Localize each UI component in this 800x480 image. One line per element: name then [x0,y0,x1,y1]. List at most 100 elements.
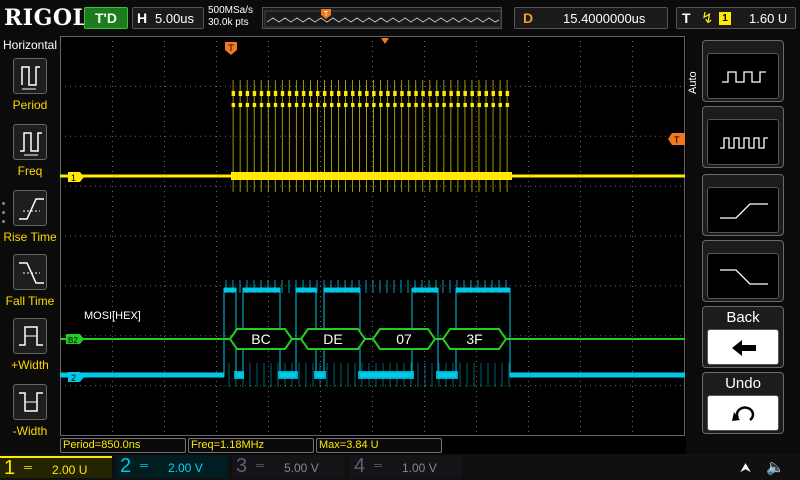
freq-measure-item[interactable]: Freq [4,124,56,186]
channel-1-overshoot [477,103,481,107]
freq-measurement[interactable]: Freq=1.18MHz [188,438,314,453]
channel-1-overshoot [280,103,285,107]
channel-1-pulse-low [424,173,428,179]
channel-1-overshoot [400,103,404,107]
channel-1-pulse-top [386,91,390,96]
channel-1-pulse-top [442,91,446,96]
channel-1-overshoot [365,103,369,107]
trigger-box[interactable]: T ↯ 1 1.60 U [676,7,796,29]
freq-label: Freq [17,164,43,178]
rise-time-measure-item[interactable]: Rise Time [3,190,57,252]
channel-scale: 5.00 V [284,461,319,475]
channel-1-pulse-top [266,91,271,96]
fall-time-measure-item[interactable]: Fall Time [4,254,56,316]
period-measure-item[interactable]: Period [4,58,56,120]
bus-frame-value: 07 [396,331,412,347]
channel-status-bar: 1 ═ 2.00 U 2 ═ 2.00 V 3 ═ 5.00 V 4 ═ 1.00 V ⮝ 🔈 [0,454,800,480]
positive-width-measure-item[interactable]: +Width [4,318,56,380]
delay-box[interactable]: D 15.4000000us [514,7,668,29]
softkey-panel: Auto Back Undo [686,36,800,454]
acquire-mode-label: Auto [687,71,699,94]
channel-1-pulse-low [318,173,322,179]
channel-1-overshoot [245,103,250,107]
channel-1-pulse-top [470,91,474,96]
trigger-level-marker: T [668,133,685,145]
trigger-label: T [682,10,691,26]
channel-1-pulse-top [449,91,453,96]
sample-rate: 500MSa/s [208,5,254,16]
channel-1-pulse-top [294,91,299,96]
rise-edge-key[interactable] [702,174,784,236]
timebase-box[interactable]: H 5.00us [132,7,204,29]
channel-1-pulse-top [308,91,313,96]
channel-1-overshoot [442,103,446,107]
undo-button[interactable]: Undo [702,372,784,434]
top-status-bar: RIGOL T'D H 5.00us 500MSa/s 30.0k pts T … [0,0,800,36]
channel-1-pulse-low [339,173,343,179]
channel-1-marker: 1 [68,172,84,183]
channel-1-pulse-top [393,91,397,96]
channel-4-tab[interactable]: 4 ═ 1.00 V [350,455,462,478]
channel-1-pulse-top [322,91,327,96]
channel-1-tab[interactable]: 1 ═ 2.00 U [0,456,112,479]
channel-1-overshoot [344,103,348,107]
max-measurement[interactable]: Max=3.84 U [316,438,442,453]
channel-1-pulse-low [396,173,400,179]
period-measurement[interactable]: Period=850.0ns [60,438,186,453]
arrow-left-icon [707,329,779,365]
period-waveform-key[interactable] [702,40,784,102]
channel-scale: 2.00 U [52,463,88,477]
channel-1-pulse-top [259,91,264,96]
channel-1-pulse-top [435,91,439,96]
channel-1-pulse-top [336,91,341,96]
back-label: Back [726,309,760,326]
channel-1-marker-text: 1 [71,173,76,183]
channel-1-pulse-low [332,173,336,179]
channel-1-pulse-top [273,91,278,96]
channel-scale: 2.00 V [168,461,203,475]
channel-1-pulse-top [484,91,489,96]
memory-depth: 30.0k pts [208,17,249,28]
waveform-display[interactable]: BC DE 07 3F 1 B2 2 MOSI[HEX] T T [60,36,685,436]
channel-2-low-band [278,371,298,379]
channel-2-low-band [358,371,414,379]
channel-1-pulse-low [311,173,315,179]
channel-1-pulse-low [417,173,421,179]
channel-1-pulse-top [456,91,460,96]
square-wave-icon [707,53,779,99]
graticule: BC DE 07 3F 1 B2 2 MOSI[HEX] T T [60,36,685,436]
channel-3-tab[interactable]: 3 ═ 5.00 V [232,455,344,478]
channel-1-overshoot [259,103,264,107]
back-button[interactable]: Back [702,306,784,368]
channel-1-pulse-low [389,173,393,179]
coupling-icon: ═ [24,462,32,474]
trigger-position-top-marker-text: T [228,43,234,53]
menu-title: Horizontal [2,38,58,52]
channel-2-level-segment [243,287,280,293]
channel-1-pulse-low [262,173,266,179]
channel-1-pulse-top [301,91,306,96]
trigger-level-marker-text: T [674,135,680,145]
channel-1-pulse-low [325,173,329,179]
channel-1-pulse-top [358,91,362,96]
rise-time-icon [13,190,47,226]
channel-1-pulse-low [368,173,372,179]
channel-2-level-segment [60,372,224,378]
channel-1-overshoot [386,103,390,107]
channel-1-pulse-top [372,91,376,96]
period-label: Period [12,98,48,112]
channel-2-level-segment [324,287,360,293]
channel-2-tab[interactable]: 2 ═ 2.00 V [116,455,228,478]
frequency-waveform-key[interactable] [702,106,784,168]
channel-1-pulse-top [315,91,320,96]
memory-overview[interactable]: T [262,7,502,29]
channel-1-overshoot [231,103,236,107]
channel-1-pulse-low [494,173,498,179]
channel-1-pulse-low [283,173,287,179]
negative-width-measure-item[interactable]: -Width [4,384,56,446]
channel-1-pulse-top [238,91,243,96]
channel-number: 4 [354,455,366,477]
channel-1-overshoot [407,103,411,107]
channel-1-overshoot [252,103,257,107]
fall-edge-key[interactable] [702,240,784,302]
